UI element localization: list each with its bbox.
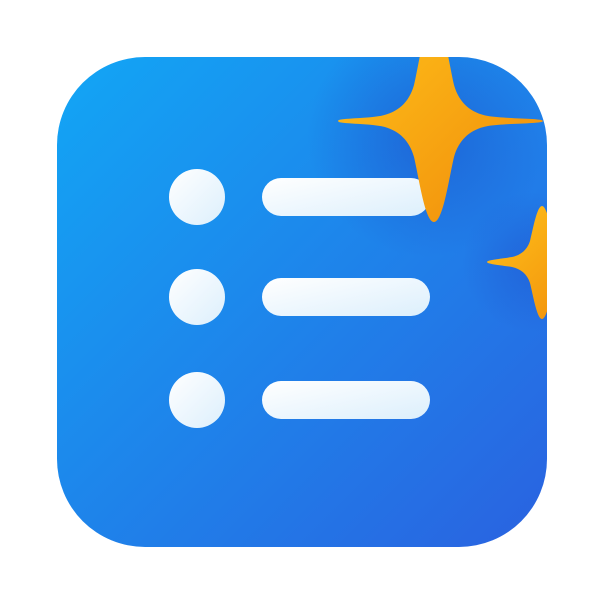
icon-canvas	[0, 0, 600, 600]
checklist-sparkle-app-icon	[57, 57, 547, 547]
list-icon	[169, 169, 430, 428]
list-bullet	[169, 169, 225, 225]
list-line	[262, 178, 430, 216]
list-bullet	[169, 372, 225, 428]
list-bullet	[169, 269, 225, 325]
list-line	[262, 278, 430, 316]
list-line	[262, 381, 430, 419]
